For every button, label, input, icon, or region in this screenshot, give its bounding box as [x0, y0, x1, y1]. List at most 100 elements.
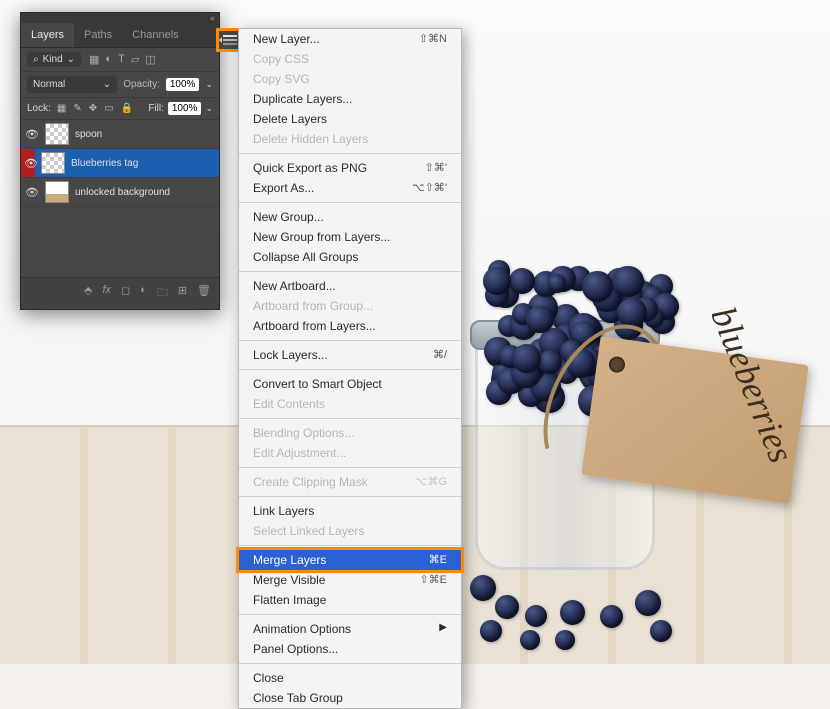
menu-item-label: Edit Contents: [253, 397, 325, 411]
menu-item-label: Artboard from Layers...: [253, 319, 376, 333]
menu-item-label: Export As...: [253, 181, 314, 195]
menu-item-animation-options[interactable]: Animation Options▶: [239, 619, 461, 639]
menu-shortcut: ⌘/: [433, 348, 447, 362]
menu-item-blending-options: Blending Options...: [239, 423, 461, 443]
visibility-toggle[interactable]: 👁: [21, 150, 35, 177]
search-icon: ⌕: [33, 54, 39, 65]
menu-item-flatten-image[interactable]: Flatten Image: [239, 590, 461, 610]
lock-all-icon[interactable]: 🔒: [121, 103, 133, 114]
menu-separator: [239, 496, 461, 497]
menu-item-select-linked-layers: Select Linked Layers: [239, 521, 461, 541]
menu-item-convert-to-smart-object[interactable]: Convert to Smart Object: [239, 374, 461, 394]
layer-name[interactable]: unlocked background: [75, 187, 215, 198]
panel-context-menu: New Layer...⇧⌘NCopy CSSCopy SVGDuplicate…: [238, 28, 462, 709]
menu-item-new-group[interactable]: New Group...: [239, 207, 461, 227]
tab-layers[interactable]: Layers: [21, 23, 74, 47]
menu-item-label: Blending Options...: [253, 426, 354, 440]
lock-artboard-icon[interactable]: ▭: [104, 103, 113, 114]
visibility-toggle[interactable]: 👁: [25, 186, 39, 199]
chevron-down-icon: ⌄: [67, 54, 75, 65]
layer-style-icon[interactable]: fx: [102, 284, 111, 303]
link-layers-icon[interactable]: ⬘: [84, 284, 92, 303]
visibility-toggle[interactable]: 👁: [25, 128, 39, 141]
menu-item-label: Select Linked Layers: [253, 524, 364, 538]
menu-item-label: Copy SVG: [253, 72, 310, 86]
blend-mode-select[interactable]: Normal ⌄: [27, 76, 117, 93]
menu-item-merge-visible[interactable]: Merge Visible ⇧⌘E: [239, 570, 461, 590]
menu-separator: [239, 418, 461, 419]
fill-input[interactable]: 100%: [168, 102, 202, 115]
menu-item-label: Merge Visible: [253, 573, 325, 587]
menu-item-label: Edit Adjustment...: [253, 446, 346, 460]
layer-row[interactable]: 👁 unlocked background: [21, 178, 219, 207]
layer-thumbnail[interactable]: [45, 181, 69, 203]
menu-item-edit-contents: Edit Contents: [239, 394, 461, 414]
menu-item-label: New Layer...: [253, 32, 320, 46]
menu-item-export-as[interactable]: Export As...⌥⇧⌘': [239, 178, 461, 198]
menu-item-label: New Artboard...: [253, 279, 336, 293]
menu-separator: [239, 467, 461, 468]
filter-adjustment-icon[interactable]: ◐: [105, 53, 112, 66]
filter-smart-icon[interactable]: ◫: [145, 53, 155, 66]
layer-thumbnail[interactable]: [45, 123, 69, 145]
filter-pixel-icon[interactable]: ▦: [89, 53, 99, 66]
menu-shortcut: ⇧⌘E: [419, 573, 447, 587]
menu-separator: [239, 614, 461, 615]
panel-collapse-icon[interactable]: «: [210, 13, 215, 23]
layers-panel: « LayersPathsChannels ⌕ Kind ⌄ ▦ ◐ T ▱ ◫…: [20, 12, 220, 310]
menu-item-label: New Group from Layers...: [253, 230, 390, 244]
menu-item-label: Delete Hidden Layers: [253, 132, 368, 146]
menu-item-close[interactable]: Close: [239, 668, 461, 688]
lock-transparency-icon[interactable]: ▦: [57, 103, 66, 114]
layer-row[interactable]: 👁 Blueberries tag: [21, 149, 219, 178]
menu-item-duplicate-layers[interactable]: Duplicate Layers...: [239, 89, 461, 109]
layer-name[interactable]: Blueberries tag: [71, 158, 215, 169]
menu-item-label: Flatten Image: [253, 593, 326, 607]
menu-item-new-layer[interactable]: New Layer...⇧⌘N: [239, 29, 461, 49]
layer-thumbnail[interactable]: [41, 152, 65, 174]
kind-label: Kind: [43, 54, 63, 65]
menu-item-link-layers[interactable]: Link Layers: [239, 501, 461, 521]
layer-mask-icon[interactable]: ◻: [121, 284, 130, 303]
menu-separator: [239, 202, 461, 203]
menu-item-quick-export-as-png[interactable]: Quick Export as PNG⇧⌘': [239, 158, 461, 178]
menu-item-collapse-all-groups[interactable]: Collapse All Groups: [239, 247, 461, 267]
tab-channels[interactable]: Channels: [122, 23, 188, 47]
adjustment-layer-icon[interactable]: ◐: [140, 284, 147, 303]
new-layer-icon[interactable]: ⊞: [178, 284, 187, 303]
lock-label: Lock:: [27, 103, 51, 114]
kind-filter-select[interactable]: ⌕ Kind ⌄: [27, 52, 81, 67]
menu-item-label: Panel Options...: [253, 642, 338, 656]
filter-type-icon[interactable]: T: [118, 53, 125, 66]
filter-shape-icon[interactable]: ▱: [131, 53, 139, 66]
chevron-down-icon[interactable]: ⌄: [205, 79, 213, 90]
lock-position-icon[interactable]: ✥: [89, 103, 97, 114]
delete-layer-icon[interactable]: 🗑: [197, 284, 211, 303]
menu-item-copy-svg: Copy SVG: [239, 69, 461, 89]
blend-mode-value: Normal: [33, 79, 65, 90]
menu-item-label: Close Tab Group: [253, 691, 343, 705]
menu-item-lock-layers[interactable]: Lock Layers...⌘/: [239, 345, 461, 365]
tab-paths[interactable]: Paths: [74, 23, 122, 47]
panel-footer: ⬘ fx ◻ ◐ 🗀 ⊞ 🗑: [21, 277, 219, 309]
chevron-down-icon: ⌄: [103, 79, 111, 90]
menu-item-new-group-from-layers[interactable]: New Group from Layers...: [239, 227, 461, 247]
new-group-icon[interactable]: 🗀: [157, 284, 168, 303]
menu-item-label: Delete Layers: [253, 112, 327, 126]
menu-item-merge-layers[interactable]: Merge Layers⌘E: [239, 550, 461, 570]
menu-item-panel-options[interactable]: Panel Options...: [239, 639, 461, 659]
layer-row[interactable]: 👁 spoon: [21, 120, 219, 149]
lock-pixels-icon[interactable]: ✎: [73, 103, 81, 114]
layer-name[interactable]: spoon: [75, 129, 215, 140]
menu-item-edit-adjustment: Edit Adjustment...: [239, 443, 461, 463]
opacity-input[interactable]: 100%: [166, 78, 200, 91]
menu-item-artboard-from-layers[interactable]: Artboard from Layers...: [239, 316, 461, 336]
menu-item-label: Close: [253, 671, 284, 685]
menu-item-close-tab-group[interactable]: Close Tab Group: [239, 688, 461, 708]
menu-item-delete-layers[interactable]: Delete Layers: [239, 109, 461, 129]
menu-item-new-artboard[interactable]: New Artboard...: [239, 276, 461, 296]
menu-item-label: New Group...: [253, 210, 324, 224]
chevron-down-icon[interactable]: ⌄: [205, 103, 213, 114]
blueberries-tag: blueberries: [581, 336, 808, 504]
panel-tabs: LayersPathsChannels: [21, 23, 219, 48]
